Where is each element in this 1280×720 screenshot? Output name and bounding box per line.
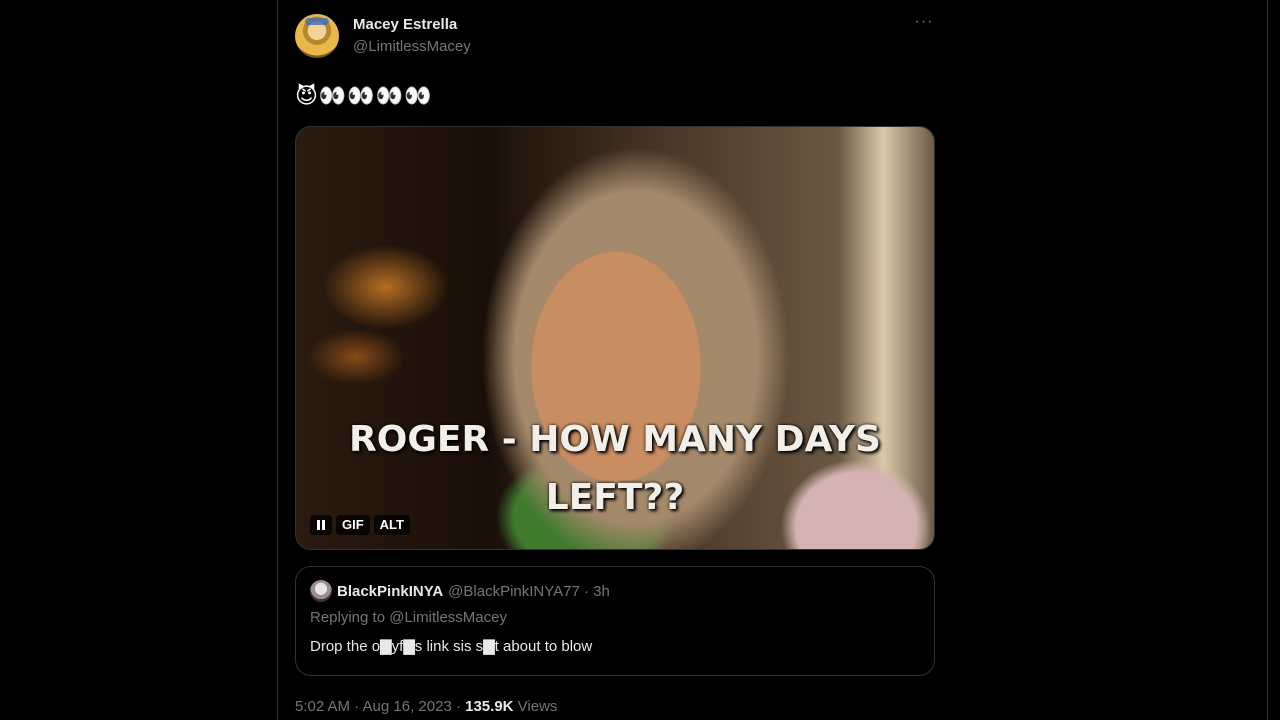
gif-caption-line1: ROGER - HOW MANY DAYS — [349, 419, 881, 460]
alt-badge[interactable]: ALT — [373, 515, 410, 535]
timeline-left-border — [277, 0, 278, 720]
views-label: Views — [513, 698, 558, 715]
gif-caption-line2: LEFT?? — [545, 477, 685, 518]
tweet-footer: 5:02 AM · Aug 16, 2023 · 135.9K Views — [295, 696, 935, 718]
tweet-text: 😈👀👀👀👀 — [295, 83, 433, 108]
pause-icon — [316, 520, 326, 530]
author-avatar[interactable] — [295, 14, 339, 58]
quoted-tweet-text: Drop the o▇yf▇s link sis s▇t about to bl… — [310, 638, 593, 655]
quoted-replying-to: Replying to @LimitlessMacey — [310, 609, 507, 626]
quoted-tweet-header: BlackPinkINYA @BlackPinkINYA77 · 3h — [310, 579, 920, 603]
author-handle[interactable]: @LimitlessMacey — [353, 36, 471, 58]
pause-button[interactable] — [310, 515, 332, 535]
more-options-icon[interactable]: ··· — [913, 14, 935, 34]
views-count: 135.9K — [465, 698, 514, 715]
tweet: Macey Estrella @LimitlessMacey ··· 😈👀👀👀👀… — [295, 12, 935, 718]
tweet-header: Macey Estrella @LimitlessMacey ··· — [295, 12, 935, 68]
tweet-gif-media[interactable]: ROGER - HOW MANY DAYS LEFT?? GIF ALT — [295, 126, 935, 550]
author-names: Macey Estrella @LimitlessMacey — [353, 12, 471, 58]
quoted-author-meta: @BlackPinkINYA77 · 3h — [448, 582, 610, 600]
tweet-timestamp[interactable]: 5:02 AM · Aug 16, 2023 · — [295, 698, 465, 715]
author-display-name[interactable]: Macey Estrella — [353, 14, 471, 36]
gif-badge: GIF — [336, 515, 370, 535]
timeline-right-border — [1267, 0, 1268, 720]
quoted-author-name: BlackPinkINYA — [337, 582, 444, 600]
quoted-author-avatar — [310, 580, 332, 602]
quoted-tweet[interactable]: BlackPinkINYA @BlackPinkINYA77 · 3h Repl… — [295, 566, 935, 676]
gif-controls: GIF ALT — [310, 515, 410, 535]
